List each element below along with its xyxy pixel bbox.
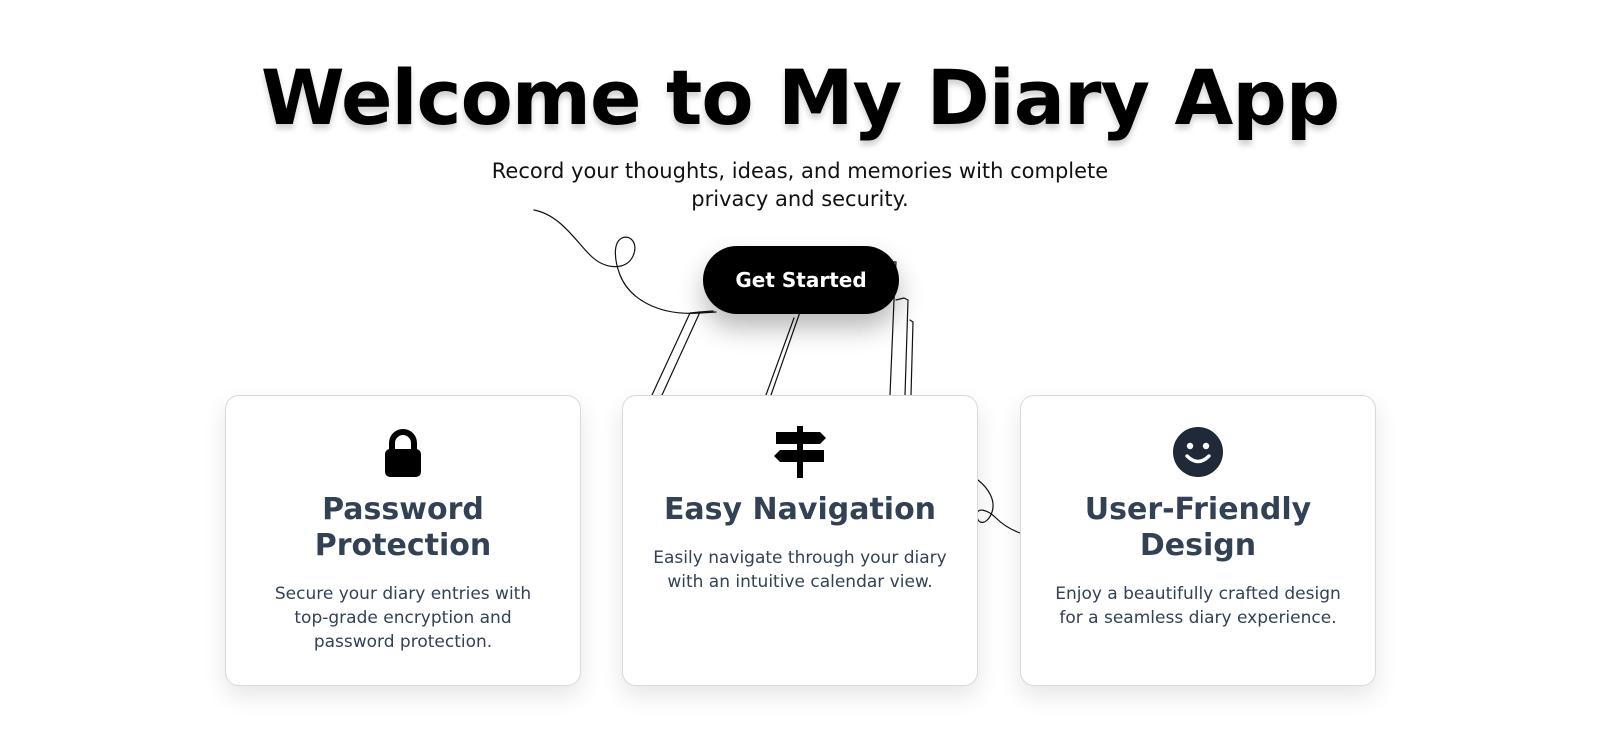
page-title: Welcome to My Diary App	[260, 53, 1340, 142]
feature-card-easy-navigation: Easy Navigation Easily navigate through …	[622, 395, 978, 686]
feature-card-password-protection: Password Protection Secure your diary en…	[225, 395, 581, 686]
feature-description: Easily navigate through your diary with …	[653, 548, 947, 592]
feature-title: Easy Navigation	[663, 492, 937, 527]
feature-description: Enjoy a beautifully crafted design for a…	[1055, 584, 1341, 628]
lock-icon	[385, 429, 421, 477]
hero-subtitle: Record your thoughts, ideas, and memorie…	[491, 159, 1109, 211]
feature-card-user-friendly-design: User-Friendly Design Enjoy a beautifully…	[1020, 395, 1376, 686]
feature-description: Secure your diary entries with top-grade…	[274, 584, 532, 652]
feature-title: User-Friendly Design	[1084, 492, 1312, 563]
smiley-icon	[1173, 427, 1223, 477]
landing-page: Welcome to My Diary App Record your thou…	[0, 0, 1600, 747]
signpost-icon	[774, 426, 826, 478]
get-started-button[interactable]: Get Started	[703, 246, 899, 314]
feature-title: Password Protection	[314, 492, 492, 563]
